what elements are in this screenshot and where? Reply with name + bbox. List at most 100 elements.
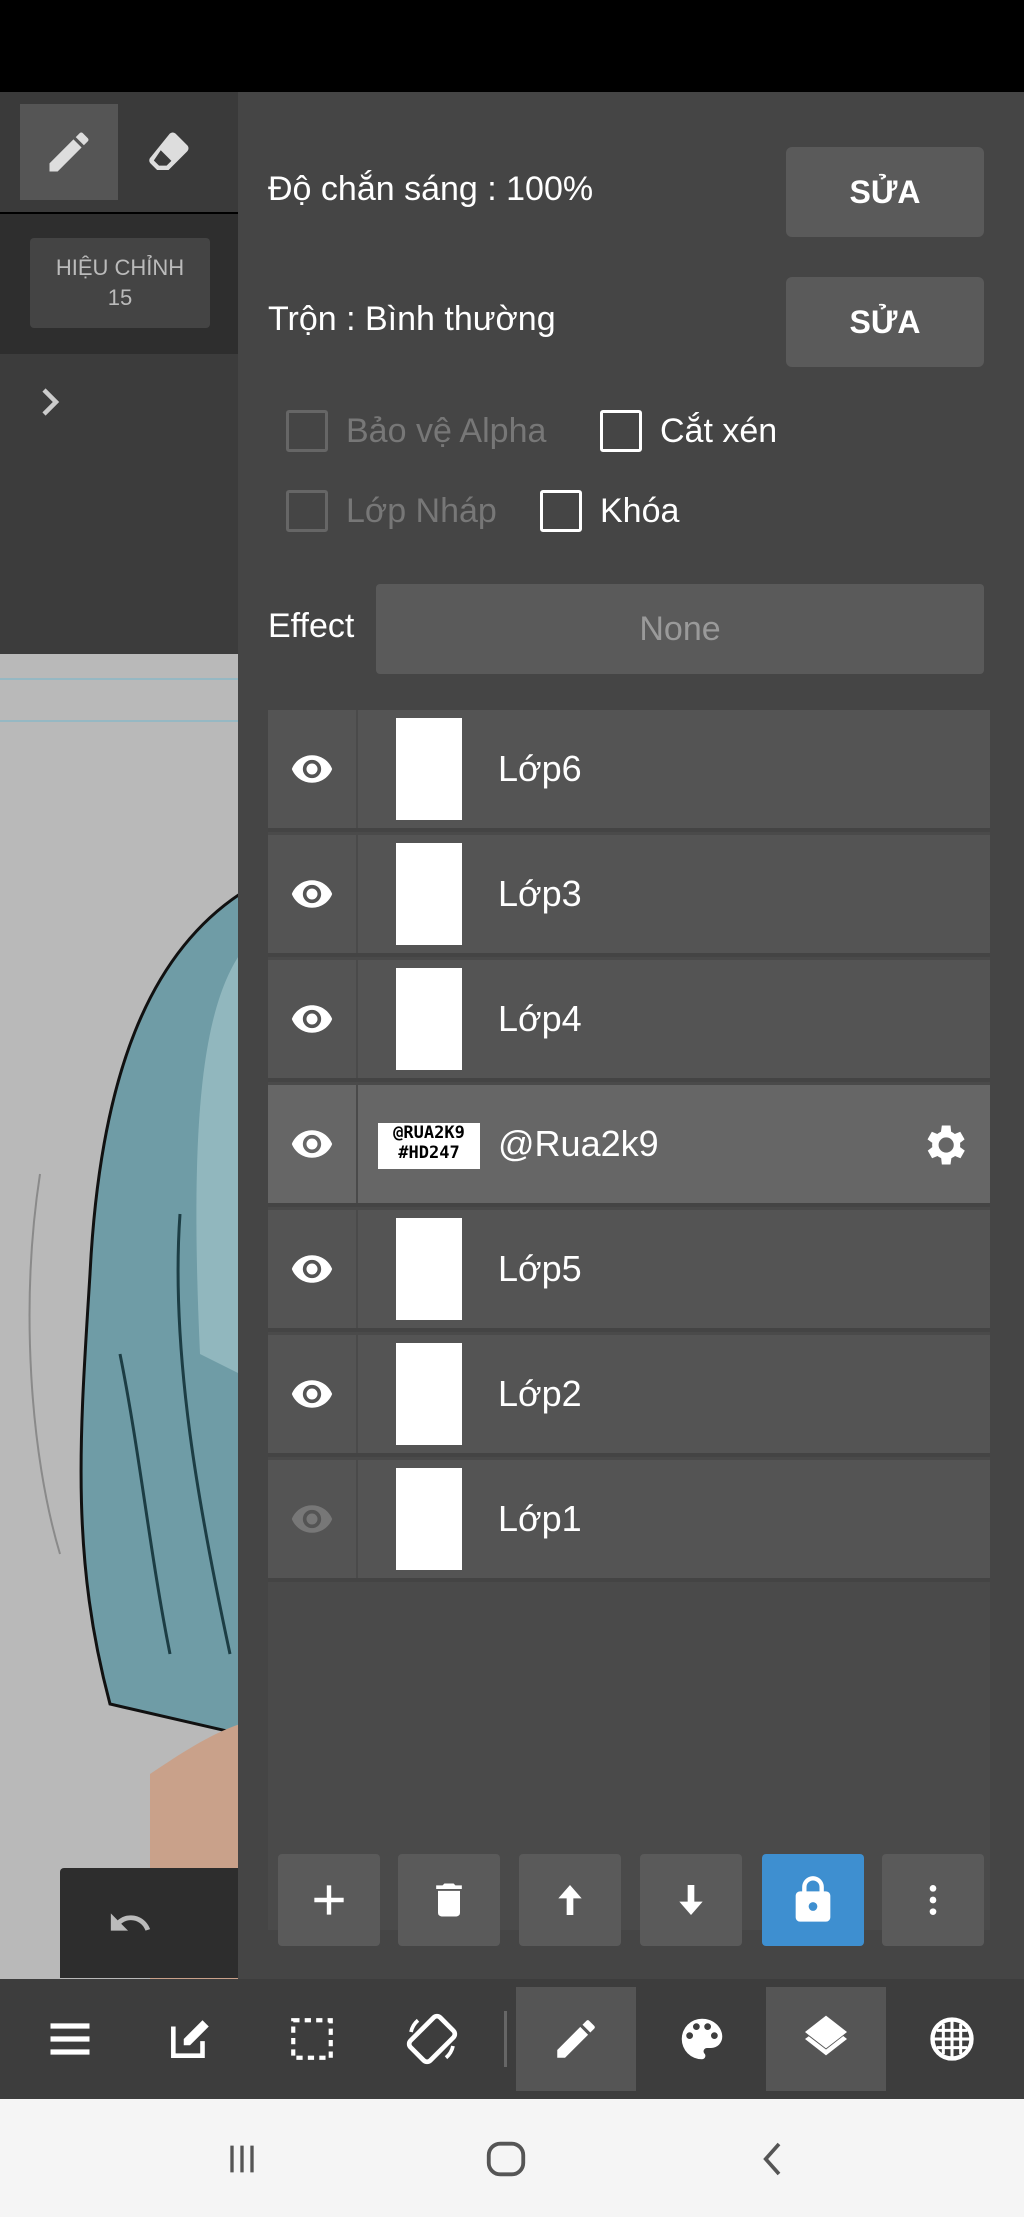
gear-icon[interactable] [918,1119,970,1171]
canvas-artwork [28,892,240,1979]
blend-edit-button[interactable]: SỬA [786,277,984,367]
layers-icon [805,2015,847,2056]
layer-name: Lớp3 [498,873,582,914]
visibility-toggle[interactable] [268,1460,358,1578]
move-layer-up-button[interactable] [519,1854,621,1946]
visibility-toggle[interactable] [268,710,358,828]
eye-icon [291,1380,333,1408]
lock-label: Khóa [600,491,680,530]
recent-apps-button[interactable] [202,2129,282,2189]
checkbox-box [540,490,582,532]
undo-icon[interactable] [104,1900,156,1946]
eye-icon [291,755,333,783]
layer-list: Lớp6 Lớp3 Lớp4 @RUA2K9 #HD247 @Rua2k9 Lớ… [268,710,990,1930]
layers-button[interactable] [766,1987,886,2091]
rotate-canvas-button[interactable] [372,1987,492,2091]
layer-name: Lớp1 [498,1498,582,1539]
visibility-toggle[interactable] [268,1335,358,1453]
status-bar [0,0,1024,92]
visibility-toggle[interactable] [268,835,358,953]
pen-tool-button[interactable] [20,104,118,200]
eye-icon [291,1005,333,1033]
back-button[interactable] [734,2129,814,2189]
adjust-button[interactable]: HIỆU CHỈNH 15 [30,238,210,328]
layer-panel: Độ chắn sáng : 100% SỬA Trộn : Bình thườ… [238,92,1024,1979]
effect-select-button[interactable]: None [376,584,984,674]
layer-row-selected[interactable]: @RUA2K9 #HD247 @Rua2k9 [268,1085,990,1207]
eraser-tool-button[interactable] [120,104,218,200]
lock-checkbox[interactable]: Khóa [540,490,679,532]
more-options-button[interactable] [882,1854,984,1946]
layer-row[interactable]: Lớp6 [268,710,990,832]
drawing-canvas[interactable] [0,654,240,1979]
pencil-icon [557,2020,595,2058]
left-sub-toolbar: HIỆU CHỈNH 15 [0,214,240,354]
clipping-checkbox[interactable]: Cắt xén [600,410,777,452]
material-button[interactable] [892,1987,1012,2091]
adjust-value: 15 [107,285,133,310]
checkbox-box [286,490,328,532]
eye-icon [291,1130,333,1158]
alpha-protect-label: Bảo vệ Alpha [346,411,547,450]
layer-row[interactable]: Lớp3 [268,835,990,957]
eye-hidden-icon [291,1505,333,1533]
layer-name: Lớp6 [498,748,582,789]
left-toolbar [0,92,240,212]
layer-thumbnail [396,1218,462,1320]
blend-mode-label: Trộn : Bình thường [268,300,556,338]
layer-row[interactable]: Lớp2 [268,1335,990,1457]
add-layer-button[interactable] [278,1854,380,1946]
home-button[interactable] [466,2129,546,2189]
layer-thumbnail [396,1468,462,1570]
alpha-protect-checkbox[interactable]: Bảo vệ Alpha [286,410,546,452]
arrow-down-icon [679,1885,703,1915]
recent-apps-icon [230,2145,254,2173]
visibility-toggle[interactable] [268,1210,358,1328]
lock-icon [795,1876,831,1922]
layer-thumbnail [396,1343,462,1445]
arrow-up-icon [558,1885,582,1915]
brush-button[interactable] [516,1987,636,2091]
layer-row[interactable]: Lớp4 [268,960,990,1082]
layer-thumbnail: @RUA2K9 #HD247 [378,1123,480,1169]
plus-icon [314,1885,344,1915]
clipping-label: Cắt xén [660,411,778,450]
visibility-toggle[interactable] [268,1085,358,1203]
more-vertical-icon [929,1885,937,1915]
layer-thumbnail [396,968,462,1070]
back-icon [763,2142,781,2176]
left-collapsed-panel [0,354,240,654]
grid-circle-icon [930,2017,974,2061]
layer-name: @Rua2k9 [498,1123,659,1164]
edit-square-icon [171,2020,209,2058]
selection-button[interactable] [252,1987,372,2091]
rotate-screen-icon [406,2013,458,2065]
system-nav-bar [0,2099,1024,2217]
opacity-edit-button[interactable]: SỬA [786,147,984,237]
layer-row[interactable]: Lớp1 [268,1460,990,1582]
menu-button[interactable] [10,1987,130,2091]
chevron-right-icon[interactable] [32,384,68,420]
bottom-toolbar [0,1979,1024,2099]
eraser-icon [149,132,189,170]
thumbnail-text: @RUA2K9 [393,1123,465,1143]
color-button[interactable] [642,1987,762,2091]
visibility-toggle[interactable] [268,960,358,1078]
eye-icon [291,1255,333,1283]
move-layer-down-button[interactable] [640,1854,742,1946]
selection-icon [291,2018,333,2060]
palette-icon [681,2018,723,2060]
delete-layer-button[interactable] [398,1854,500,1946]
effect-label: Effect [268,607,355,645]
layer-thumbnail [396,718,462,820]
edit-button[interactable] [130,1987,250,2091]
lock-layer-button[interactable] [762,1854,864,1946]
pencil-icon [49,132,89,172]
adjust-label: HIỆU CHỈNH [55,255,185,280]
draft-layer-label: Lớp Nháp [346,491,497,530]
layer-name: Lớp2 [498,1373,582,1414]
home-icon [486,2141,526,2177]
menu-icon [50,2023,90,2055]
layer-row[interactable]: Lớp5 [268,1210,990,1332]
draft-layer-checkbox[interactable]: Lớp Nháp [286,490,497,532]
